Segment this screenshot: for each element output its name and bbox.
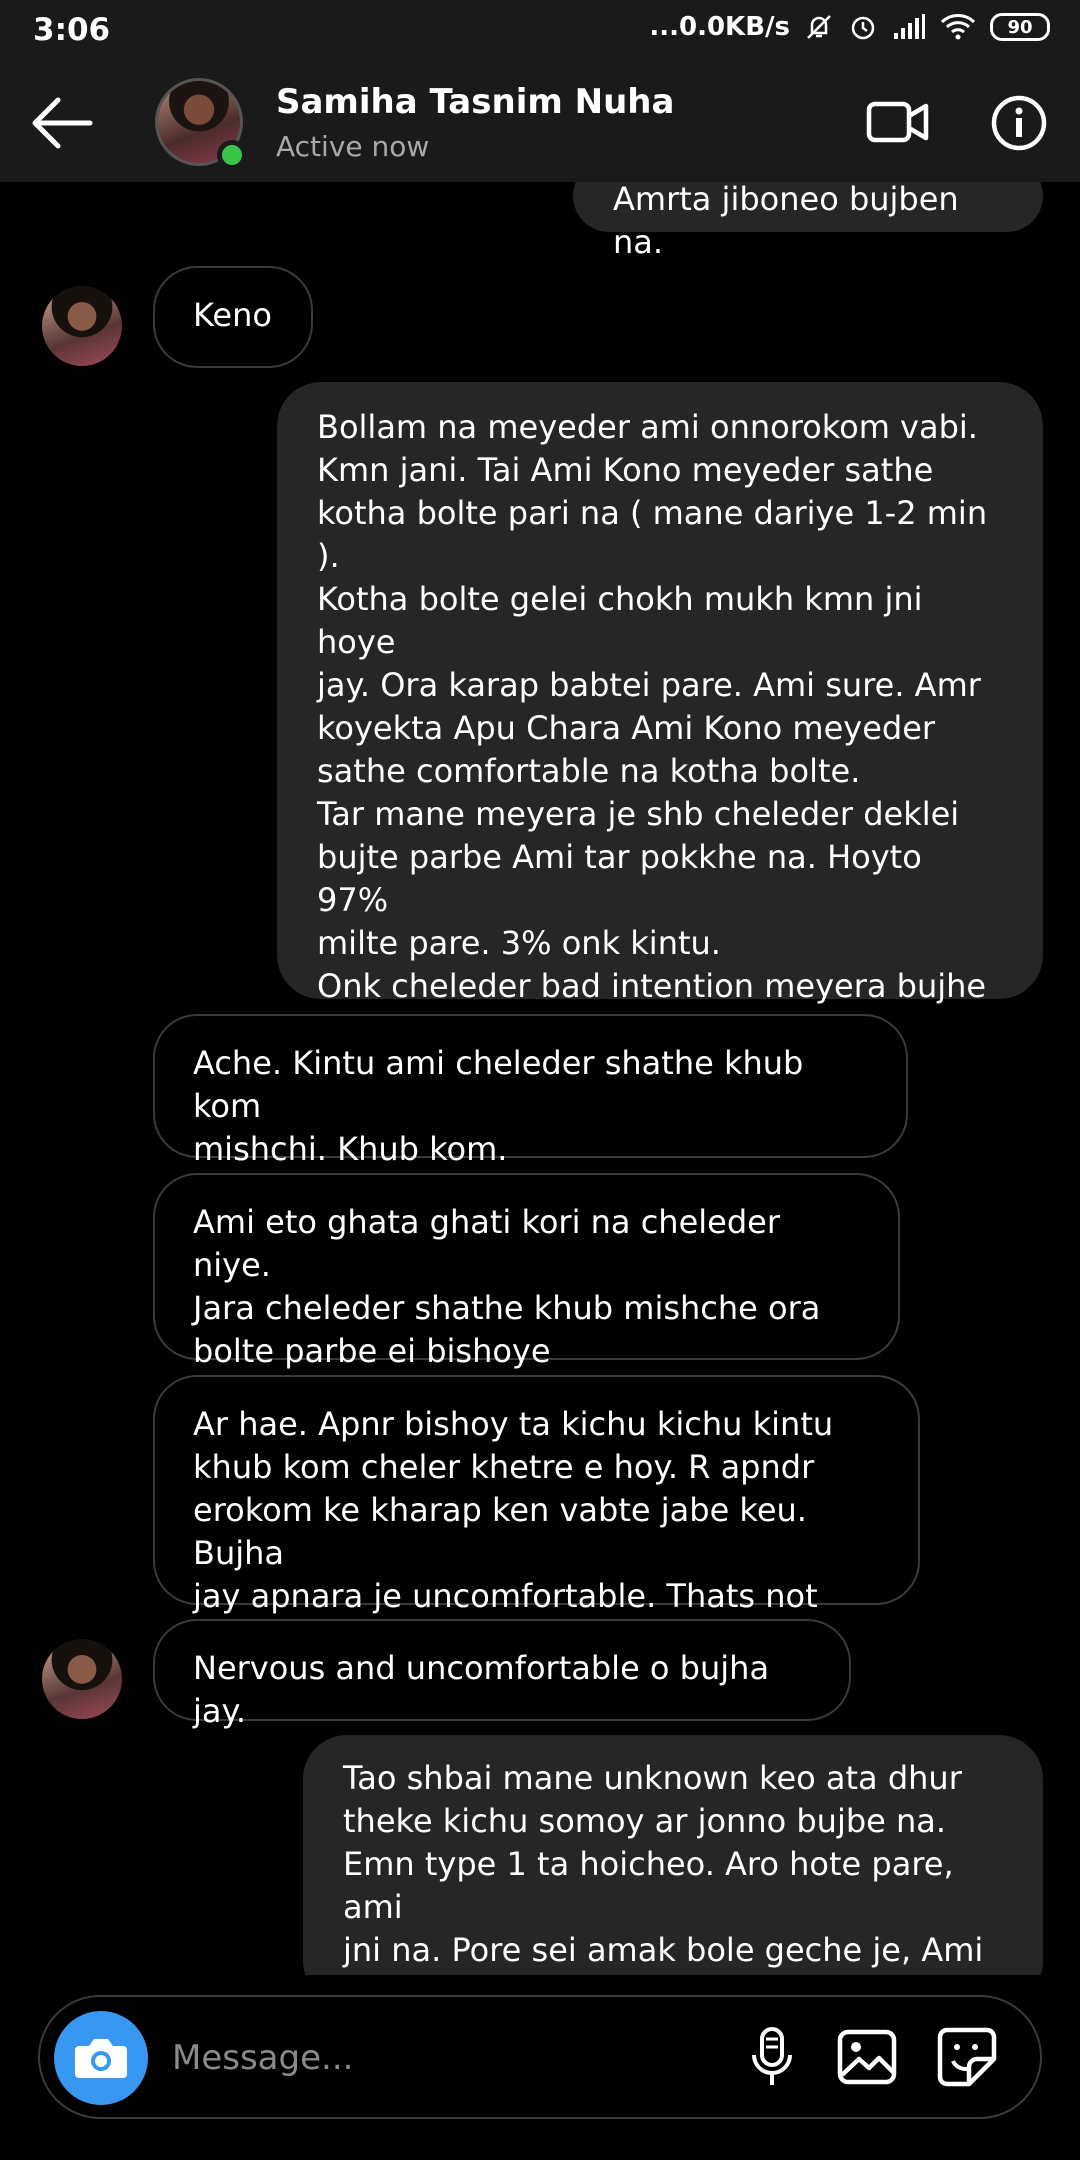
battery-indicator: 90 xyxy=(990,13,1050,41)
image-icon[interactable] xyxy=(835,2025,899,2089)
info-icon[interactable] xyxy=(990,94,1048,152)
microphone-icon[interactable] xyxy=(740,2025,804,2089)
sent-message[interactable]: Amrta jiboneo bujben na. xyxy=(573,182,1043,261)
received-message[interactable]: Ar hae. Apnr bishoy ta kichu kichu kintu… xyxy=(153,1375,920,1658)
contact-avatar[interactable] xyxy=(155,78,247,170)
received-message[interactable]: Ache. Kintu ami cheleder shathe khub kom… xyxy=(153,1014,908,1168)
message-input[interactable] xyxy=(170,2027,734,2089)
arrow-left-icon[interactable] xyxy=(30,94,94,152)
sticker-icon[interactable] xyxy=(935,2025,999,2089)
wifi-icon xyxy=(940,14,976,40)
video-camera-icon[interactable] xyxy=(866,94,930,150)
camera-icon xyxy=(75,2039,127,2078)
chat-header: Samiha Tasnim Nuha Active now xyxy=(0,64,1080,182)
sent-message[interactable]: Bollam na meyeder ami onnorokom vabi. Km… xyxy=(277,382,1043,1134)
online-indicator xyxy=(217,140,247,170)
status-time: 3:06 xyxy=(33,12,111,48)
status-bar: 3:06 ...0.0KB/s 90 xyxy=(0,0,1080,64)
alarm-icon xyxy=(851,16,875,40)
sent-message[interactable]: Tao shbai mane unknown keo ata dhur thek… xyxy=(303,1735,1043,1975)
received-message[interactable]: Nervous and uncomfortable o bujha jay. xyxy=(153,1619,851,1730)
received-message[interactable]: Ami eto ghata ghati kori na cheleder niy… xyxy=(153,1173,900,1370)
contact-name[interactable]: Samiha Tasnim Nuha xyxy=(276,82,674,122)
active-status: Active now xyxy=(276,130,430,163)
sender-avatar[interactable] xyxy=(42,286,122,366)
sender-avatar[interactable] xyxy=(42,1639,122,1719)
message-composer xyxy=(38,1995,1042,2119)
mute-bell-icon xyxy=(807,15,831,39)
received-message[interactable]: Keno xyxy=(153,266,313,368)
signal-icon xyxy=(894,14,925,39)
message-thread[interactable]: Amrta jiboneo bujben na. Keno Bollam na … xyxy=(0,182,1080,1975)
network-speed: ...0.0KB/s xyxy=(649,12,790,42)
camera-button[interactable] xyxy=(54,2011,148,2105)
status-icons: ...0.0KB/s 90 xyxy=(649,12,1050,42)
